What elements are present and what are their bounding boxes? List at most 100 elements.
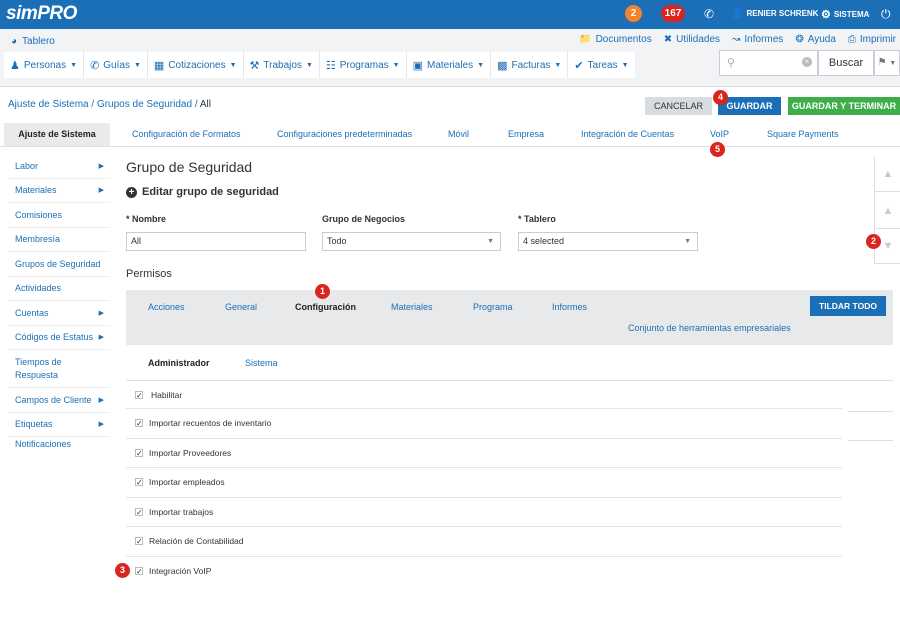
quote-icon: ▦ — [153, 59, 165, 72]
sidebar-item-status-codes[interactable]: Códigos de Estatus ▶ — [8, 326, 110, 350]
checkbox[interactable]: ✓ — [135, 537, 143, 546]
people-icon: ♟ — [10, 59, 20, 72]
plus-circle-icon: + — [126, 186, 137, 198]
triangle-down-icon: ▼ — [882, 240, 894, 252]
ptab-informes[interactable]: Informes — [552, 302, 587, 312]
reports-label: Informes — [744, 34, 784, 45]
nav-label: Personas — [23, 59, 67, 71]
print-link[interactable]: ⎙ Imprimir — [848, 34, 896, 45]
scroll-top-button[interactable]: ▲ — [875, 156, 900, 192]
chart-icon: ↝ — [732, 34, 741, 45]
sidebar-item-membresia[interactable]: Membresía — [8, 228, 110, 252]
sidebar-item-etiquetas[interactable]: Etiquetas ▶ — [8, 413, 110, 437]
sidebar-item-customer-fields[interactable]: Campos de Cliente ▶ — [8, 388, 110, 413]
print-label: Imprimir — [859, 34, 896, 45]
nav-tareas[interactable]: ✔ Tareas ▼ — [568, 52, 634, 78]
sidebar-item-labor[interactable]: Labor ▶ — [8, 154, 110, 179]
permission-label: Importar trabajos — [149, 506, 214, 517]
ptab-programa[interactable]: Programa — [473, 302, 513, 312]
checkbox[interactable]: ✓ — [135, 419, 143, 428]
section-subtitle: + Editar grupo de seguridad — [126, 186, 279, 198]
business-group-select[interactable]: Todo ▼ — [322, 232, 501, 251]
name-field[interactable]: All — [126, 232, 306, 251]
message-count-badge[interactable]: 167 — [661, 5, 685, 22]
breadcrumb-security-groups[interactable]: Grupos de Seguridad — [97, 99, 192, 110]
sidebar-item-label: Cuentas — [15, 307, 49, 318]
reports-link[interactable]: ↝ Informes — [732, 34, 783, 45]
tab-company[interactable]: Empresa — [508, 123, 544, 146]
dashboard-select[interactable]: 4 selected ▼ — [518, 232, 698, 251]
checkbox[interactable]: ✓ — [135, 567, 143, 576]
user-menu[interactable]: 👤 RENIER SCHRENK — [731, 8, 818, 19]
permission-row: ✓ Habilitar — [126, 382, 842, 409]
cancel-button[interactable]: CANCELAR — [645, 97, 712, 115]
nav-trabajos[interactable]: ⚒ Trabajos ▼ — [244, 52, 320, 78]
main-navigation-bar: ◕ Tablero 📁 Documentos ✖ Utilidades ↝ Infor… — [0, 29, 900, 87]
checkbox[interactable]: ✓ — [135, 507, 143, 516]
tab-square-payments[interactable]: Square Payments — [767, 123, 839, 146]
ptab-business-tools[interactable]: Conjunto de herramientas empresariales — [628, 323, 791, 333]
checkbox[interactable]: ✓ — [135, 448, 143, 457]
caret-down-icon: ▼ — [621, 61, 629, 69]
sidebar-item-notificaciones[interactable]: Notificaciones — [8, 437, 110, 449]
help-link[interactable]: ❂ Ayuda — [795, 34, 836, 45]
ptab-configuracion[interactable]: Configuración — [295, 302, 356, 312]
permission-row: ✓ Importar Proveedores — [126, 439, 842, 468]
scroll-panel: ▲ ▲ ▼ — [874, 156, 900, 264]
sidebar-item-comisiones[interactable]: Comisiones — [8, 203, 110, 228]
business-group-value: Todo — [327, 236, 347, 246]
scroll-up-button[interactable]: ▲ — [875, 193, 900, 229]
search-input[interactable]: ⚲ × — [719, 50, 818, 76]
ptab-materiales[interactable]: Materiales — [391, 302, 433, 312]
clear-search-icon[interactable]: × — [802, 57, 812, 67]
wrench-icon: ⚒ — [249, 59, 260, 72]
tab-mobile[interactable]: Móvil — [448, 123, 469, 146]
divider — [848, 411, 893, 412]
sidebar-item-label: Campos de Cliente — [15, 394, 92, 405]
power-icon[interactable]: ⏻ — [881, 7, 891, 22]
sidebar-item-cuentas[interactable]: Cuentas ▶ — [8, 301, 110, 326]
utilities-link[interactable]: ✖ Utilidades — [664, 34, 720, 45]
search-button[interactable]: Buscar — [818, 50, 874, 76]
system-menu[interactable]: ⚙ SISTEMA — [821, 8, 869, 21]
sidebar-item-label: Labor — [15, 160, 39, 171]
phone-icon: ✆ — [90, 59, 100, 72]
permission-row: ✓ Importar empleados — [126, 468, 842, 498]
save-and-finish-button[interactable]: GUARDAR Y TERMINAR — [788, 97, 900, 115]
sidebar-item-response-times[interactable]: Tiempos de Respuesta — [8, 350, 110, 388]
nav-facturas[interactable]: ▩ Facturas ▼ — [491, 52, 569, 78]
tab-account-integration[interactable]: Integración de Cuentas — [581, 123, 674, 146]
nav-programas[interactable]: ☷ Programas ▼ — [320, 52, 407, 78]
sidebar-item-security-groups[interactable]: Grupos de Seguridad — [8, 252, 110, 277]
ptab-acciones[interactable]: Acciones — [148, 302, 185, 312]
checkbox[interactable]: ✓ — [135, 391, 143, 400]
sidebar-item-materiales[interactable]: Materiales ▶ — [8, 179, 110, 203]
select-all-button[interactable]: TILDAR TODO — [810, 296, 886, 316]
tab-system-settings[interactable]: Ajuste de Sistema — [4, 123, 110, 146]
permission-label: Importar recuentos de inventario — [149, 418, 272, 429]
user-icon: 👤 — [731, 8, 744, 19]
subtab-administrador[interactable]: Administrador — [148, 358, 210, 368]
documents-link[interactable]: 📁 Documentos — [579, 34, 652, 45]
annotation-marker-5: 5 — [710, 142, 725, 157]
subtab-sistema[interactable]: Sistema — [245, 358, 278, 368]
tab-format-config[interactable]: Configuración de Formatos — [132, 123, 241, 146]
sidebar-item-actividades[interactable]: Actividades — [8, 277, 110, 301]
breadcrumb-system-settings[interactable]: Ajuste de Sistema — [8, 99, 89, 110]
bookmark-menu[interactable]: ⚑ ▼ — [874, 50, 900, 76]
notification-badge[interactable]: 2 — [625, 5, 642, 22]
nav-guias[interactable]: ✆ Guías ▼ — [84, 52, 148, 78]
divider — [848, 440, 893, 441]
checkbox[interactable]: ✓ — [135, 478, 143, 487]
dashboard-link[interactable]: ◕ Tablero — [11, 36, 55, 47]
nav-cotizaciones[interactable]: ▦ Cotizaciones ▼ — [148, 52, 244, 78]
annotation-marker-3: 3 — [115, 563, 130, 578]
tab-default-config[interactable]: Configuraciones predeterminadas — [277, 123, 412, 146]
search-icon: ⚲ — [727, 57, 736, 69]
ptab-general[interactable]: General — [225, 302, 257, 312]
phone-icon[interactable]: ✆ — [704, 7, 714, 21]
nav-personas[interactable]: ♟ Personas ▼ — [4, 52, 85, 78]
simpro-logo[interactable]: simPRO — [6, 3, 77, 25]
permission-label: Habilitar — [151, 390, 183, 400]
nav-materiales[interactable]: ▣ Materiales ▼ — [407, 52, 492, 78]
